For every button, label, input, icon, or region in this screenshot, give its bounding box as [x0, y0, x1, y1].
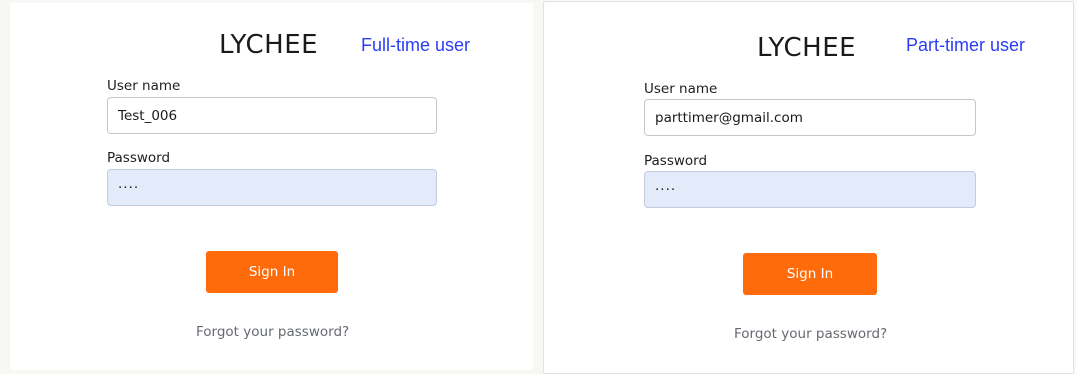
password-label: Password — [107, 150, 171, 166]
username-label: User name — [644, 81, 718, 97]
sign-in-button[interactable]: Sign In — [206, 251, 338, 293]
username-label: User name — [107, 78, 181, 94]
username-input[interactable] — [107, 97, 437, 134]
password-input[interactable] — [107, 169, 437, 206]
role-label: Full-time user — [361, 35, 471, 55]
sign-in-button[interactable]: Sign In — [743, 253, 877, 295]
app-logo: LYCHEE — [219, 30, 319, 60]
forgot-password-link[interactable]: Forgot your password? — [196, 324, 349, 340]
role-label: Part-timer user — [906, 35, 1026, 55]
forgot-password-link[interactable]: Forgot your password? — [734, 326, 887, 342]
password-input[interactable] — [644, 171, 976, 208]
password-label: Password — [644, 153, 708, 169]
username-input[interactable] — [644, 99, 976, 136]
app-logo: LYCHEE — [757, 33, 857, 63]
login-panel-parttimer: LYCHEE Part-timer user User name Passwor… — [543, 1, 1074, 374]
login-panel-fulltime: LYCHEE Full-time user User name Password… — [10, 3, 533, 370]
